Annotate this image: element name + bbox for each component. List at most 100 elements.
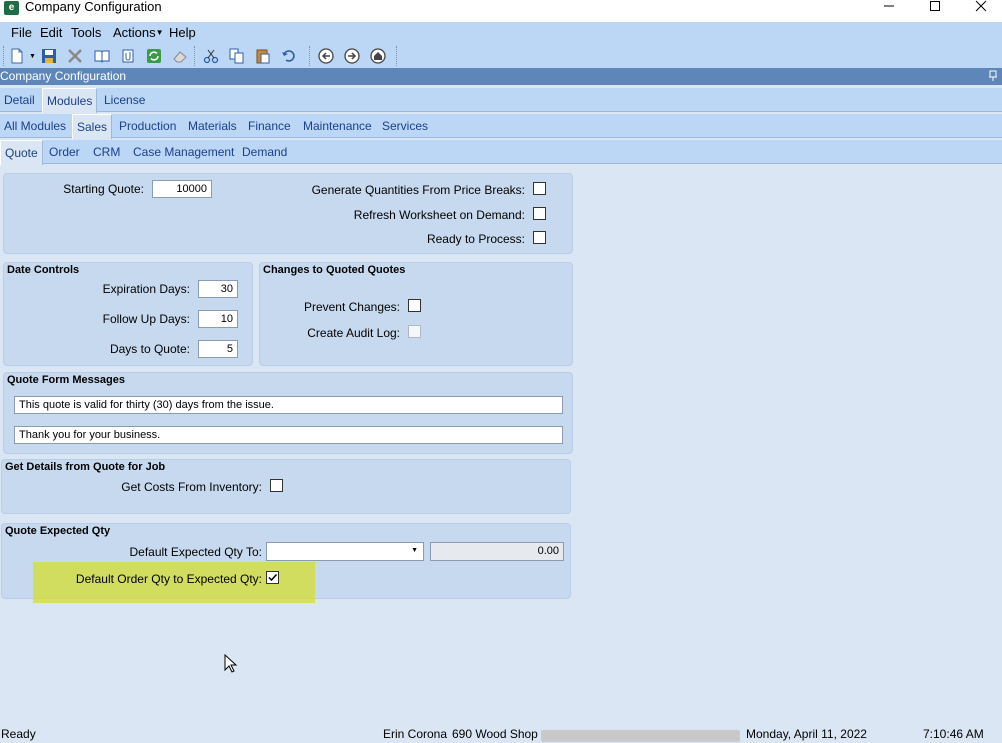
main-tabs: Detail Modules License <box>0 88 1002 113</box>
tab-services[interactable]: Services <box>382 120 428 133</box>
tab-license[interactable]: License <box>104 94 145 107</box>
status-bar: Ready Erin Corona 690 Wood Shop Monday, … <box>0 724 1002 743</box>
expected-qty-value-input[interactable]: 0.00 <box>430 542 564 561</box>
back-icon <box>318 48 334 64</box>
eraser-icon <box>173 51 187 63</box>
back-button[interactable] <box>317 47 335 65</box>
attach-button[interactable] <box>119 47 137 65</box>
copy-button[interactable] <box>228 47 246 65</box>
job-details-title: Get Details from Quote for Job <box>5 461 166 473</box>
caret-down-icon: ▼ <box>155 28 164 37</box>
forward-icon <box>344 48 360 64</box>
attach-icon <box>122 49 134 63</box>
paste-icon <box>256 49 270 64</box>
generate-quantities-checkbox[interactable] <box>533 182 546 195</box>
default-expected-qty-label: Default Expected Qty To: <box>129 545 262 559</box>
prevent-changes-label: Prevent Changes: <box>303 300 400 314</box>
message-1-input[interactable]: This quote is valid for thirty (30) days… <box>14 396 563 414</box>
menu-file[interactable]: File <box>11 26 32 40</box>
message-2-input[interactable]: Thank you for your business. <box>14 426 563 444</box>
refresh-worksheet-checkbox[interactable] <box>533 207 546 220</box>
module-tabs: All Modules Sales Production Materials F… <box>0 114 1002 139</box>
mouse-cursor-icon <box>224 654 238 673</box>
date-controls-title: Date Controls <box>7 264 80 276</box>
tab-detail[interactable]: Detail <box>4 94 35 107</box>
undo-button[interactable] <box>280 47 298 65</box>
changes-group <box>259 262 573 366</box>
refresh-button[interactable] <box>145 47 163 65</box>
get-costs-checkbox[interactable] <box>270 479 283 492</box>
generate-quantities-label: Generate Quantities From Price Breaks: <box>311 183 525 197</box>
create-audit-log-label: Create Audit Log: <box>307 326 400 340</box>
new-dropdown-caret-icon[interactable]: ▼ <box>29 53 36 60</box>
chevron-down-icon[interactable]: ▼ <box>411 543 418 559</box>
tab-maintenance[interactable]: Maintenance <box>303 120 372 133</box>
maximize-icon <box>930 1 940 11</box>
changes-title: Changes to Quoted Quotes <box>263 264 406 276</box>
forward-button[interactable] <box>343 47 361 65</box>
minimize-button[interactable] <box>866 0 912 14</box>
tab-demand[interactable]: Demand <box>242 146 287 159</box>
status-date: Monday, April 11, 2022 <box>746 727 867 741</box>
toolbar-grip <box>3 46 5 66</box>
title-bar: e Company Configuration <box>0 0 1002 22</box>
tab-case-management[interactable]: Case Management <box>133 146 234 159</box>
delete-icon <box>68 49 82 63</box>
tab-finance[interactable]: Finance <box>248 120 291 133</box>
tab-materials[interactable]: Materials <box>188 120 237 133</box>
default-expected-qty-select[interactable]: ▼ <box>266 542 424 561</box>
prevent-changes-checkbox[interactable] <box>408 299 421 312</box>
tab-crm[interactable]: CRM <box>93 146 120 159</box>
ready-to-process-label: Ready to Process: <box>426 232 525 246</box>
menu-tools[interactable]: Tools <box>71 26 101 40</box>
home-button[interactable] <box>369 47 387 65</box>
copy-icon <box>229 48 244 64</box>
get-costs-label: Get Costs From Inventory: <box>121 480 262 494</box>
close-icon <box>975 0 987 12</box>
window-title: Company Configuration <box>25 0 162 14</box>
menu-help[interactable]: Help <box>169 26 196 40</box>
checkmark-icon <box>268 573 278 582</box>
paste-button[interactable] <box>254 47 272 65</box>
pin-icon[interactable] <box>987 70 999 82</box>
expiration-days-input[interactable]: 30 <box>198 280 238 298</box>
menu-edit[interactable]: Edit <box>40 26 62 40</box>
toolbar-separator <box>194 46 196 66</box>
new-button[interactable] <box>8 47 26 65</box>
refresh-worksheet-label: Refresh Worksheet on Demand: <box>353 208 525 222</box>
panel-title: Company Configuration <box>0 69 127 83</box>
maximize-button[interactable] <box>912 0 958 14</box>
tab-sales[interactable]: Sales <box>72 114 113 139</box>
starting-quote-input[interactable]: 10000 <box>152 180 212 198</box>
toolbar-separator <box>309 46 311 66</box>
quote-form-messages-title: Quote Form Messages <box>7 374 125 386</box>
expiration-days-label: Expiration Days: <box>102 282 190 296</box>
create-audit-log-checkbox[interactable] <box>408 325 421 338</box>
tab-production[interactable]: Production <box>119 120 176 133</box>
status-user: Erin Corona <box>383 727 448 741</box>
close-button[interactable] <box>958 0 1002 14</box>
eraser-button[interactable] <box>171 47 189 65</box>
delete-button[interactable] <box>66 47 84 65</box>
menu-actions-label: Actions <box>113 25 156 40</box>
app-logo-icon: e <box>4 1 19 15</box>
tab-all-modules[interactable]: All Modules <box>4 120 66 133</box>
cut-icon <box>203 49 219 64</box>
tab-order[interactable]: Order <box>49 146 80 159</box>
home-icon <box>370 48 386 64</box>
cut-button[interactable] <box>202 47 220 65</box>
days-to-quote-input[interactable]: 5 <box>198 340 238 358</box>
tab-modules[interactable]: Modules <box>42 88 98 113</box>
ready-to-process-checkbox[interactable] <box>533 231 546 244</box>
status-site: 690 Wood Shop <box>452 727 538 741</box>
menu-actions[interactable]: Actions▼ <box>113 26 164 40</box>
default-order-qty-checkbox[interactable] <box>266 571 279 584</box>
book-button[interactable] <box>93 47 111 65</box>
starting-quote-label: Starting Quote: <box>63 182 144 196</box>
save-button[interactable] <box>40 47 58 65</box>
follow-up-days-input[interactable]: 10 <box>198 310 238 328</box>
sales-tabs: Quote Order CRM Case Management Demand <box>0 140 1002 165</box>
tab-quote[interactable]: Quote <box>0 140 43 165</box>
minimize-icon <box>884 5 894 7</box>
undo-icon <box>282 50 295 62</box>
